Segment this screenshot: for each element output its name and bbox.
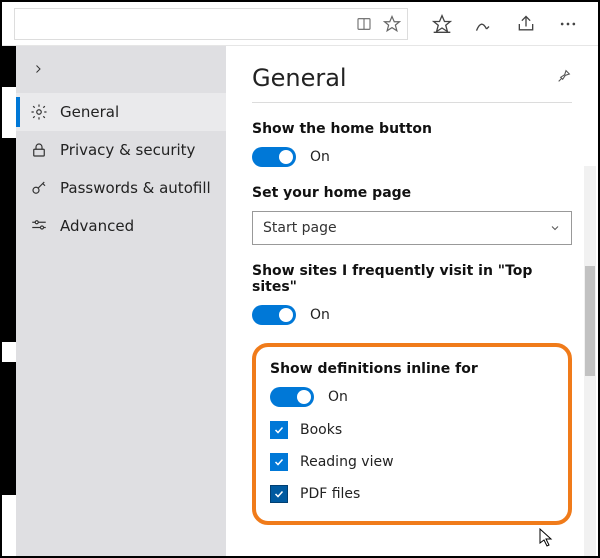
- toolbar-actions: [412, 10, 598, 38]
- sidebar-item-label: Passwords & autofill: [60, 179, 211, 197]
- key-icon: [30, 179, 48, 197]
- share-icon[interactable]: [512, 10, 540, 38]
- toggle-state-label: On: [310, 307, 330, 323]
- sidebar-item-passwords[interactable]: Passwords & autofill: [16, 169, 226, 207]
- address-bar[interactable]: [14, 8, 408, 40]
- pdf-files-checkbox[interactable]: [270, 485, 288, 503]
- toggle-state-label: On: [328, 389, 348, 405]
- books-checkbox[interactable]: [270, 421, 288, 439]
- definitions-pdf-row: PDF files: [270, 485, 554, 503]
- checkbox-label: Books: [300, 422, 342, 438]
- top-sites-section: Show sites I frequently visit in "Top si…: [252, 263, 572, 325]
- reading-view-icon[interactable]: [355, 15, 373, 33]
- settings-panel: General Show the home button On Set your…: [226, 46, 598, 556]
- panel-title: General: [252, 64, 347, 92]
- sidebar-item-general[interactable]: General: [16, 93, 226, 131]
- section-label: Set your home page: [252, 185, 572, 201]
- sidebar-item-label: Privacy & security: [60, 141, 195, 159]
- sliders-icon: [30, 217, 48, 235]
- sidebar-item-advanced[interactable]: Advanced: [16, 207, 226, 245]
- checkbox-label: PDF files: [300, 486, 360, 502]
- definitions-highlight: Show definitions inline for On Books Rea…: [252, 343, 572, 525]
- dropdown-value: Start page: [263, 220, 337, 236]
- reading-view-checkbox[interactable]: [270, 453, 288, 471]
- pin-icon[interactable]: [556, 68, 572, 88]
- mouse-cursor-icon: [539, 528, 555, 548]
- top-sites-toggle[interactable]: [252, 305, 296, 325]
- settings-sidebar: General Privacy & security Passwords & a…: [16, 46, 226, 556]
- section-label: Show definitions inline for: [270, 361, 554, 377]
- show-home-button-section: Show the home button On: [252, 121, 572, 167]
- vertical-scrollbar[interactable]: [584, 166, 596, 556]
- home-page-dropdown[interactable]: Start page: [252, 211, 572, 245]
- definitions-toggle[interactable]: [270, 387, 314, 407]
- definitions-reading-row: Reading view: [270, 453, 554, 471]
- favorites-icon[interactable]: [428, 10, 456, 38]
- background-page-strip: [2, 46, 16, 556]
- chevron-down-icon: [549, 222, 561, 234]
- browser-toolbar: [2, 2, 598, 46]
- sidebar-item-privacy[interactable]: Privacy & security: [16, 131, 226, 169]
- scrollbar-thumb[interactable]: [585, 266, 595, 376]
- home-page-section: Set your home page Start page: [252, 185, 572, 245]
- section-label: Show sites I frequently visit in "Top si…: [252, 263, 572, 295]
- home-button-toggle[interactable]: [252, 147, 296, 167]
- section-label: Show the home button: [252, 121, 572, 137]
- sidebar-item-label: General: [60, 103, 119, 121]
- toggle-state-label: On: [310, 149, 330, 165]
- notes-icon[interactable]: [470, 10, 498, 38]
- checkbox-label: Reading view: [300, 454, 394, 470]
- more-icon[interactable]: [554, 10, 582, 38]
- sidebar-item-label: Advanced: [60, 217, 134, 235]
- definitions-books-row: Books: [270, 421, 554, 439]
- lock-icon: [30, 141, 48, 159]
- favorite-star-icon[interactable]: [383, 15, 401, 33]
- expand-sidebar-button[interactable]: [16, 46, 226, 93]
- gear-icon: [30, 103, 48, 121]
